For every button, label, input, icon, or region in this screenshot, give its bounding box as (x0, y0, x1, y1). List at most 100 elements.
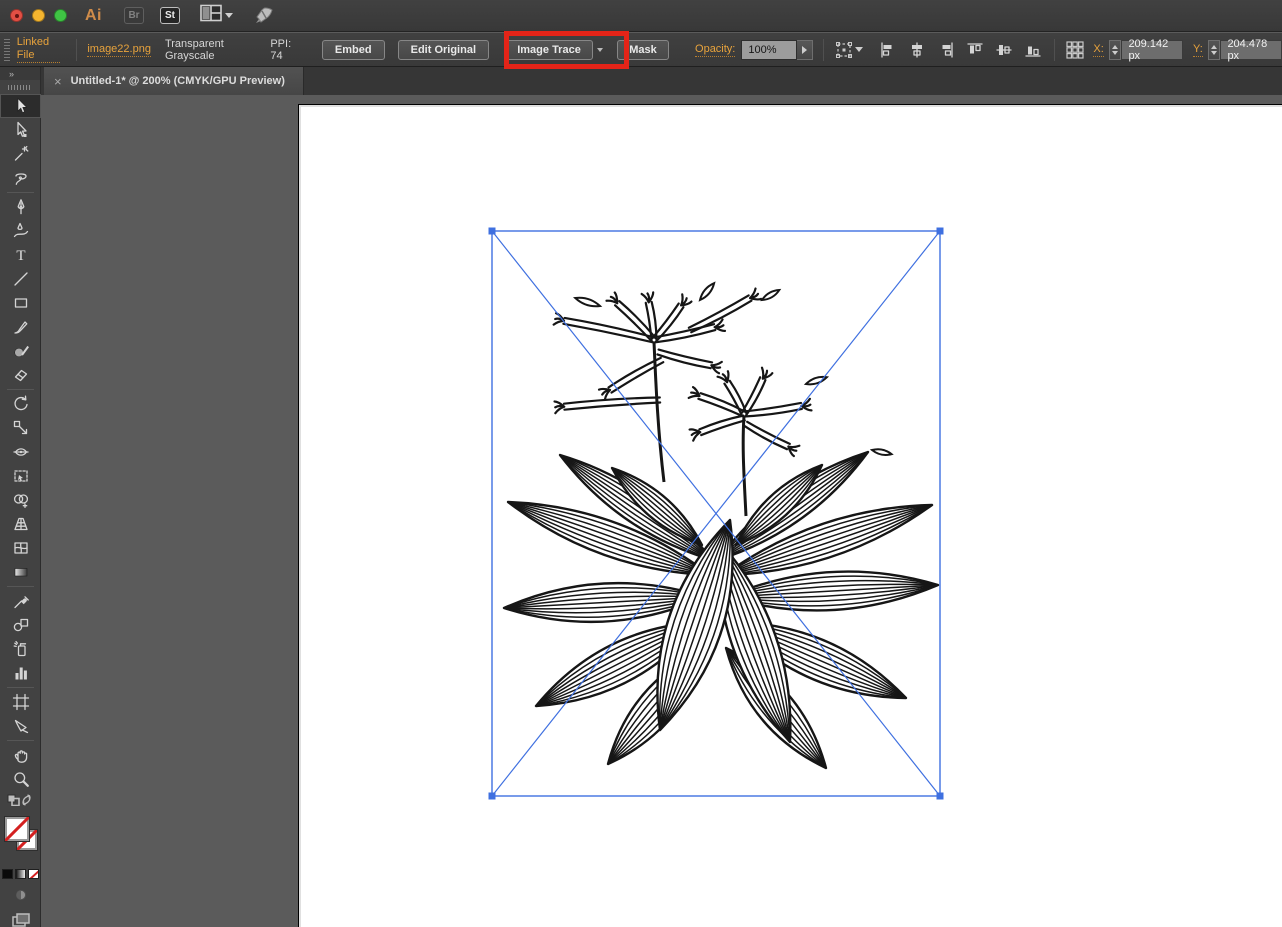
slice-tool-icon (12, 717, 30, 735)
vertical-align-top-button[interactable] (964, 39, 986, 61)
bridge-button[interactable]: Br (124, 7, 144, 24)
type-tool[interactable]: T (0, 243, 41, 267)
selection-tool[interactable] (0, 94, 41, 118)
document-tab-bar: × Untitled-1* @ 200% (CMYK/GPU Preview) (41, 67, 1282, 95)
y-stepper[interactable] (1208, 40, 1221, 60)
selection-handle[interactable] (937, 793, 944, 800)
horizontal-align-left-button[interactable] (877, 39, 899, 61)
slice-tool[interactable] (0, 714, 41, 738)
paintbrush-tool-icon (12, 318, 30, 336)
horizontal-align-right-button[interactable] (935, 39, 957, 61)
shaper-tool[interactable] (0, 339, 41, 363)
fill-swatch-none[interactable] (5, 817, 29, 841)
perspective-grid-tool[interactable] (0, 512, 41, 536)
hosta-flower (657, 350, 721, 374)
none-mode-chip[interactable] (28, 869, 39, 879)
scale-tool[interactable] (0, 416, 41, 440)
panel-grip[interactable] (4, 39, 10, 61)
eraser-tool-icon (12, 366, 30, 384)
selection-handle[interactable] (937, 228, 944, 235)
color-mode-chip[interactable] (2, 869, 13, 879)
rectangle-tool[interactable] (0, 291, 41, 315)
control-bar: Linked File image22.png Transparent Gray… (0, 33, 1282, 67)
y-coordinate-label[interactable]: Y: (1193, 43, 1203, 57)
mesh-tool[interactable] (0, 536, 41, 560)
vertical-align-bottom-icon (1024, 41, 1042, 59)
gpu-performance-rocket-icon[interactable] (251, 4, 275, 28)
hosta-flower (689, 289, 761, 333)
artboard-tool[interactable] (0, 690, 41, 714)
eraser-tool[interactable] (0, 363, 41, 387)
hand-tool[interactable] (0, 743, 41, 767)
width-tool[interactable] (0, 440, 41, 464)
y-coordinate-input[interactable]: 204.478 px (1220, 40, 1282, 60)
filename-link[interactable]: image22.png (87, 43, 151, 57)
chevron-down-icon[interactable] (855, 47, 863, 52)
linked-file-link[interactable]: Linked File (17, 36, 61, 63)
embed-button[interactable]: Embed (322, 40, 385, 60)
selection-handle[interactable] (489, 793, 496, 800)
workspace-switcher[interactable] (200, 4, 233, 27)
close-window-button[interactable] (10, 9, 23, 22)
vertical-align-bottom-button[interactable] (1022, 39, 1044, 61)
blend-tool[interactable] (0, 613, 41, 637)
opacity-input[interactable]: 100% (741, 40, 797, 60)
placed-image-artwork[interactable] (41, 95, 1282, 927)
swap-fill-stroke-icon[interactable] (21, 793, 33, 811)
column-graph-tool[interactable] (0, 661, 41, 685)
opacity-link[interactable]: Opacity: (695, 43, 735, 57)
shape-builder-tool[interactable] (0, 488, 41, 512)
gradient-tool-icon (12, 563, 30, 581)
mask-button[interactable]: Mask (617, 40, 669, 60)
gradient-mode-chip[interactable] (15, 869, 26, 879)
pen-tool[interactable] (0, 195, 41, 219)
x-coordinate-input[interactable]: 209.142 px (1121, 40, 1183, 60)
document-tab[interactable]: × Untitled-1* @ 200% (CMYK/GPU Preview) (44, 67, 304, 95)
image-trace-dropdown-icon[interactable] (597, 48, 603, 52)
tools-panel-grip[interactable] (8, 85, 32, 90)
column-graph-tool-icon (12, 664, 30, 682)
mini-fill-stroke-icon[interactable] (7, 793, 20, 811)
opacity-dropdown-button[interactable] (797, 40, 813, 60)
flower-stem (743, 416, 746, 516)
reference-point-grid-icon[interactable] (1065, 38, 1085, 62)
eyedropper-tool[interactable] (0, 589, 41, 613)
x-stepper[interactable] (1109, 40, 1122, 60)
paintbrush-tool[interactable] (0, 315, 41, 339)
lasso-tool[interactable] (0, 166, 41, 190)
panel-collapse-button[interactable]: » (0, 67, 40, 80)
x-coordinate-label[interactable]: X: (1093, 43, 1103, 57)
selection-handle[interactable] (489, 228, 496, 235)
stock-button[interactable]: St (160, 7, 180, 24)
screen-mode-button[interactable] (0, 909, 41, 927)
shape-builder-tool-icon (12, 491, 30, 509)
tab-close-icon[interactable]: × (54, 75, 62, 88)
transform-options-button[interactable] (834, 38, 854, 62)
line-segment-tool[interactable] (0, 267, 41, 291)
hosta-line-drawing[interactable] (504, 283, 938, 768)
image-trace-button[interactable]: Image Trace (505, 40, 593, 60)
direct-selection-tool[interactable] (0, 118, 41, 142)
zoom-window-button[interactable] (54, 9, 67, 22)
rotate-tool[interactable] (0, 392, 41, 416)
direct-selection-tool-icon (12, 121, 30, 139)
canvas-pasteboard[interactable] (41, 95, 1282, 927)
zoom-tool[interactable] (0, 767, 41, 791)
free-transform-tool-icon (12, 467, 30, 485)
document-tab-title: Untitled-1* @ 200% (CMYK/GPU Preview) (71, 75, 285, 87)
vertical-align-top-icon (966, 41, 984, 59)
minimize-window-button[interactable] (32, 9, 45, 22)
rotate-tool-icon (12, 395, 30, 413)
gradient-tool[interactable] (0, 560, 41, 584)
perspective-grid-tool-icon (12, 515, 30, 533)
edit-original-button[interactable]: Edit Original (398, 40, 489, 60)
curvature-tool[interactable] (0, 219, 41, 243)
magic-wand-tool[interactable] (0, 142, 41, 166)
free-transform-tool[interactable] (0, 464, 41, 488)
symbol-sprayer-tool[interactable] (0, 637, 41, 661)
tools-panel: » T (0, 67, 41, 927)
horizontal-align-center-button[interactable] (906, 39, 928, 61)
drawing-mode-button[interactable] (0, 885, 41, 905)
divider (1054, 39, 1055, 61)
vertical-align-center-button[interactable] (993, 39, 1015, 61)
